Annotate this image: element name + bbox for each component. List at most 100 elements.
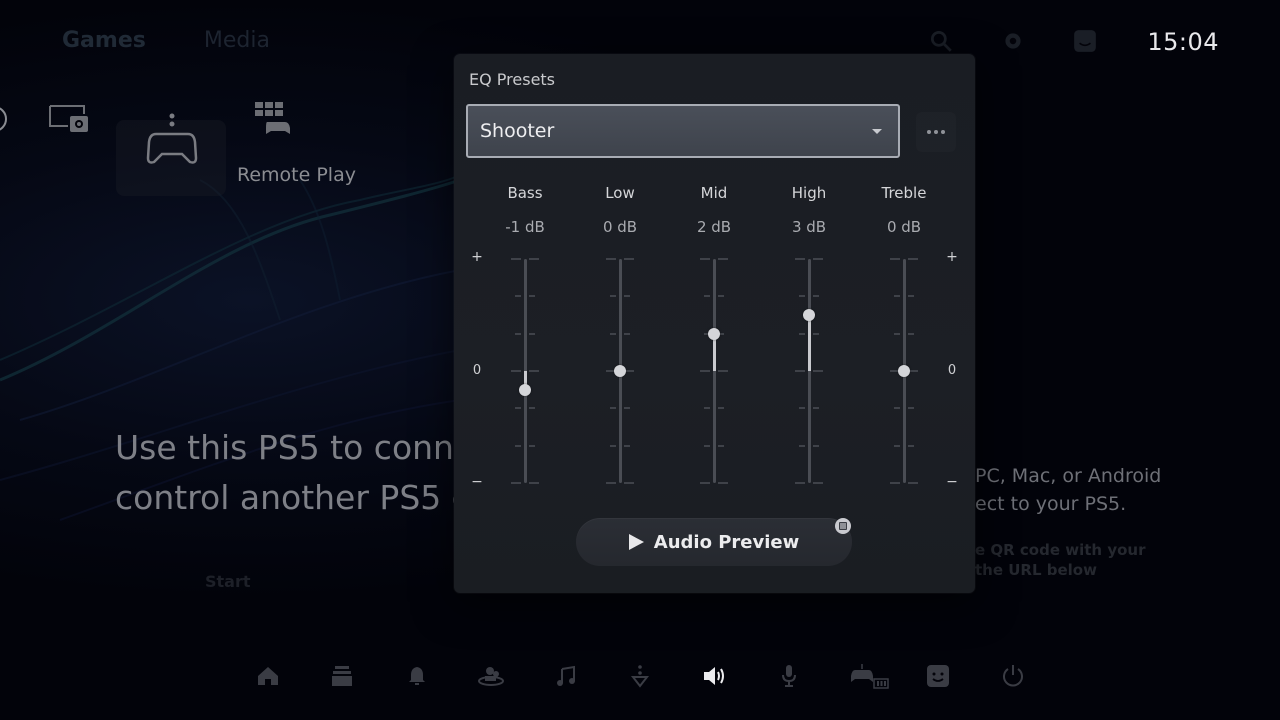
slider-track — [713, 259, 716, 483]
eq-slider-low[interactable] — [590, 258, 650, 484]
band-value-mid: 2 dB — [696, 218, 732, 236]
slider-tick — [894, 444, 900, 447]
slider-tick — [908, 482, 918, 484]
slider-tick — [624, 482, 634, 484]
controller-battery-icon[interactable] — [850, 662, 890, 690]
slider-tick — [529, 407, 535, 410]
slider-tick — [718, 295, 724, 298]
scale-minus-right: − — [946, 474, 958, 490]
play-icon — [628, 534, 644, 550]
slider-tick — [799, 332, 805, 335]
qr-text-line-2: the URL below — [975, 561, 1097, 579]
slider-tick — [813, 482, 823, 484]
slider-thumb[interactable] — [614, 365, 626, 377]
slider-tick — [529, 482, 539, 484]
slider-tick — [624, 258, 634, 260]
slider-tick — [624, 407, 630, 410]
square-button-icon — [835, 518, 851, 534]
scale-minus-left: − — [471, 474, 483, 490]
slider-tick — [511, 370, 521, 372]
slider-tick — [624, 444, 630, 447]
slider-tick — [529, 258, 539, 260]
slider-tick — [890, 258, 900, 260]
eq-preset-dropdown[interactable]: Shooter — [466, 104, 900, 158]
slider-tick — [610, 407, 616, 410]
game-base-friends-icon[interactable] — [477, 662, 505, 690]
slider-tick — [795, 258, 805, 260]
user-avatar-icon[interactable] — [924, 662, 952, 690]
slider-tick — [813, 444, 819, 447]
slider-tick — [813, 407, 819, 410]
eq-slider-bass[interactable] — [495, 258, 555, 484]
qr-instructions: e QR code with your the URL below — [975, 540, 1145, 580]
slider-tick — [890, 482, 900, 484]
slider-tick — [515, 407, 521, 410]
top-nav: Games Media — [62, 28, 270, 53]
eq-slider-treble[interactable] — [874, 258, 934, 484]
controller-icon[interactable] — [146, 112, 198, 166]
remote-play-right-text: PC, Mac, or Android ect to your PS5. — [975, 462, 1161, 518]
game-library-icon[interactable] — [328, 662, 356, 690]
sound-volume-icon[interactable] — [701, 662, 729, 690]
slider-tick — [529, 332, 535, 335]
band-label-mid: Mid — [700, 184, 728, 202]
accessibility-icon[interactable] — [626, 662, 654, 690]
slider-tick — [700, 258, 710, 260]
slider-fill — [808, 315, 811, 371]
band-label-bass: Bass — [507, 184, 543, 202]
home-icon[interactable] — [254, 662, 282, 690]
slider-tick — [610, 295, 616, 298]
slider-tick — [799, 407, 805, 410]
microphone-icon[interactable] — [775, 662, 803, 690]
slider-tick — [606, 482, 616, 484]
search-icon[interactable] — [928, 28, 954, 54]
slider-tick — [515, 332, 521, 335]
eq-presets-panel: EQ Presets Shooter + 0 − + 0 − Bass -1 dB… — [454, 54, 975, 593]
slider-thumb[interactable] — [519, 383, 531, 396]
slider-tick — [700, 482, 710, 484]
right-text-line-2: ect to your PS5. — [975, 493, 1127, 515]
more-options-icon — [927, 130, 945, 134]
audio-preview-button[interactable]: Audio Preview — [576, 518, 852, 566]
screenshot-camera-icon[interactable] — [48, 104, 90, 136]
slider-tick — [515, 295, 521, 298]
slider-thumb[interactable] — [898, 365, 910, 377]
scale-plus-left: + — [471, 249, 483, 265]
more-options-button[interactable] — [916, 112, 956, 152]
slider-tick — [908, 444, 914, 447]
slider-tick — [795, 482, 805, 484]
slider-tick — [529, 370, 539, 372]
slider-track — [808, 259, 811, 483]
slider-tick — [718, 370, 728, 372]
slider-tick — [704, 295, 710, 298]
tab-games[interactable]: Games — [62, 28, 146, 53]
slider-thumb[interactable] — [708, 327, 720, 340]
slider-tick — [795, 370, 805, 372]
notifications-bell-icon[interactable] — [403, 662, 431, 690]
slider-tick — [894, 407, 900, 410]
slider-tick — [908, 258, 918, 260]
slider-tick — [908, 407, 914, 410]
power-circle-icon[interactable] — [0, 104, 10, 134]
chevron-down-icon — [872, 129, 882, 134]
profile-avatar-icon[interactable] — [1072, 28, 1098, 54]
settings-gear-icon[interactable] — [1000, 28, 1026, 54]
slider-tick — [511, 482, 521, 484]
slider-thumb[interactable] — [803, 309, 815, 321]
slider-tick — [813, 370, 823, 372]
eq-slider-mid[interactable] — [684, 258, 744, 484]
eq-slider-high[interactable] — [779, 258, 839, 484]
band-label-high: High — [791, 184, 827, 202]
clock: 15:04 — [1147, 28, 1219, 56]
slider-tick — [799, 444, 805, 447]
remote-play-icon[interactable] — [255, 102, 291, 136]
slider-tick — [718, 444, 724, 447]
music-icon[interactable] — [552, 662, 580, 690]
tab-media[interactable]: Media — [204, 28, 270, 53]
band-value-low: 0 dB — [602, 218, 638, 236]
remote-play-description: Use this PS5 to conne control another PS… — [115, 423, 455, 523]
power-icon[interactable] — [999, 662, 1027, 690]
description-line-1: Use this PS5 to conne — [115, 428, 455, 467]
scale-zero-left: 0 — [472, 363, 482, 378]
start-button[interactable]: Start — [205, 572, 251, 591]
